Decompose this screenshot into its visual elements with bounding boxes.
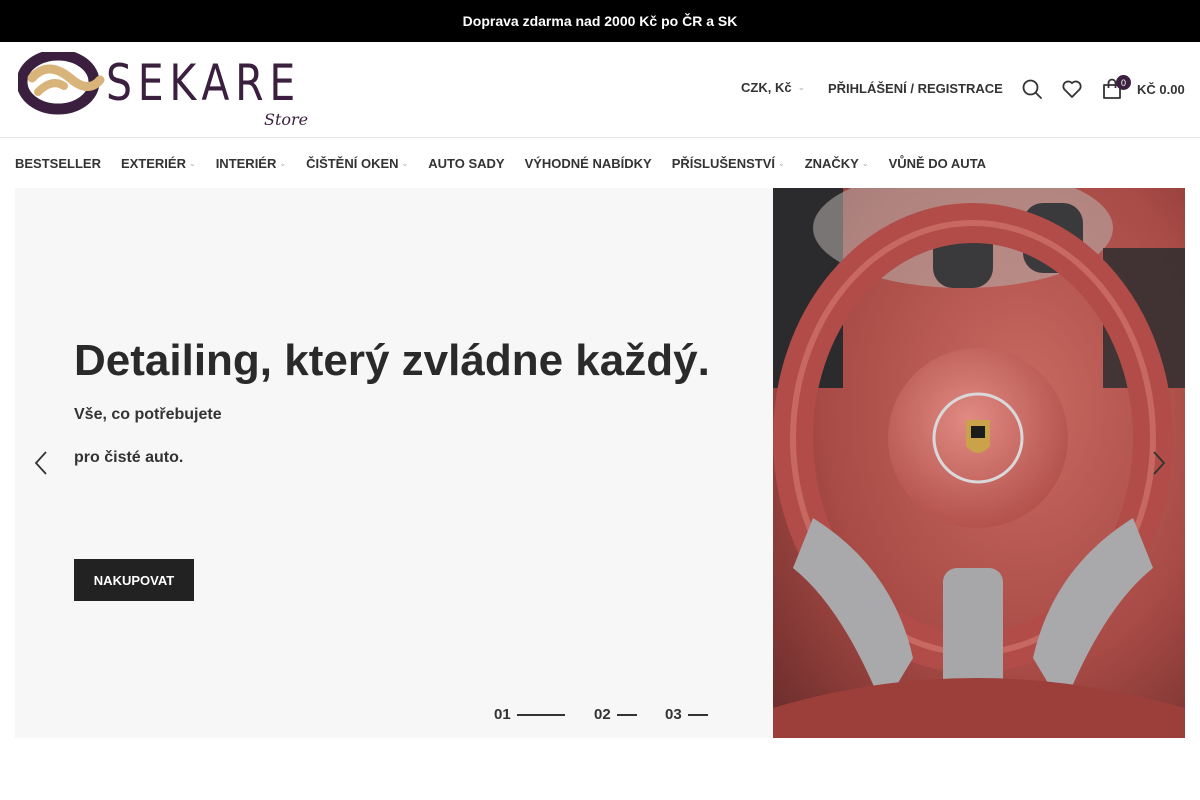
slide-number: 02 [594, 706, 611, 723]
site-header: SEKARE Store CZK, Kč ⌄ PŘIHLÁŠENÍ / REGI… [0, 42, 1200, 138]
hero-title: Detailing, který zvládne každý. [74, 336, 710, 385]
nav-label: VŮNĚ DO AUTA [888, 155, 987, 171]
slide-indicator-line [516, 713, 565, 716]
chevron-down-icon: ⌄ [861, 158, 869, 168]
currency-switcher[interactable]: CZK, Kč ⌄ [741, 80, 805, 95]
nav-label: AUTO SADY [428, 155, 505, 171]
nav-label: ZNAČKY [804, 155, 859, 171]
slide-indicator-line [616, 713, 637, 716]
nav-label: EXTERIÉR [120, 155, 186, 171]
chevron-down-icon: ⌄ [279, 158, 287, 168]
logo-word: SEKARE [106, 54, 301, 112]
nav-item-vune-do-auta[interactable]: VŮNĚ DO AUTA [889, 156, 987, 171]
nav-label: PŘÍSLUŠENSTVÍ [671, 155, 775, 171]
promo-text: Doprava zdarma nad 2000 Kč po ČR a SK [462, 13, 738, 29]
nav-label: BESTSELLER [15, 155, 101, 171]
slide-dot-2[interactable]: 02 [594, 706, 637, 723]
nav-item-vyhodne-nabidky[interactable]: VÝHODNÉ NABÍDKY [525, 156, 652, 171]
hero-slider: Detailing, který zvládne každý. Vše, co … [15, 188, 1185, 738]
logo-sub: Store [264, 110, 309, 129]
site-logo[interactable]: SEKARE Store [18, 48, 318, 132]
search-icon[interactable] [1021, 78, 1043, 100]
nav-item-znacky[interactable]: ZNAČKY ⌄ [805, 156, 869, 171]
cart-total[interactable]: KČ 0.00 [1137, 82, 1185, 97]
heart-icon[interactable] [1061, 78, 1083, 100]
promo-bar: Doprava zdarma nad 2000 Kč po ČR a SK [0, 0, 1200, 42]
slide-number: 01 [494, 706, 511, 723]
logo-mark-icon [18, 52, 105, 115]
hero-subtitle-line-1: Vše, co potřebujete [74, 406, 222, 423]
chevron-down-icon: ⌄ [188, 158, 196, 168]
main-nav: BESTSELLER EXTERIÉR ⌄ INTERIÉR ⌄ ČIŠTĚNÍ O… [15, 138, 1006, 188]
chevron-down-icon: ⌄ [797, 82, 806, 92]
nav-item-cisteni-oken[interactable]: ČIŠTĚNÍ OKEN ⌄ [306, 156, 408, 171]
chevron-down-icon: ⌄ [401, 158, 409, 168]
login-link[interactable]: PŘIHLÁŠENÍ / REGISTRACE [828, 81, 1003, 96]
chevron-right-icon[interactable] [1151, 450, 1167, 476]
nav-item-bestseller[interactable]: BESTSELLER [15, 156, 101, 171]
nav-item-interier[interactable]: INTERIÉR ⌄ [216, 156, 286, 171]
nav-item-exterier[interactable]: EXTERIÉR ⌄ [121, 156, 196, 171]
nav-item-prislusenstvi[interactable]: PŘÍSLUŠENSTVÍ ⌄ [672, 156, 785, 171]
nav-item-auto-sady[interactable]: AUTO SADY [428, 156, 504, 171]
chevron-left-icon[interactable] [33, 450, 49, 476]
nav-label: VÝHODNÉ NABÍDKY [524, 155, 652, 171]
slide-indicator-line [687, 713, 708, 716]
chevron-down-icon: ⌄ [777, 158, 785, 168]
slide-dot-3[interactable]: 03 [665, 706, 708, 723]
nav-label: ČIŠTĚNÍ OKEN [306, 155, 399, 171]
cart-count-badge: 0 [1116, 75, 1131, 90]
hero-subtitle-line-2: pro čisté auto. [74, 449, 184, 466]
currency-label: CZK, Kč [741, 80, 792, 95]
slide-number: 03 [665, 706, 682, 723]
slide-dot-1[interactable]: 01 [494, 706, 565, 723]
nav-label: INTERIÉR [215, 155, 277, 171]
shop-now-button[interactable]: NAKUPOVAT [74, 559, 194, 601]
hero-image-steering-wheel [773, 188, 1185, 738]
